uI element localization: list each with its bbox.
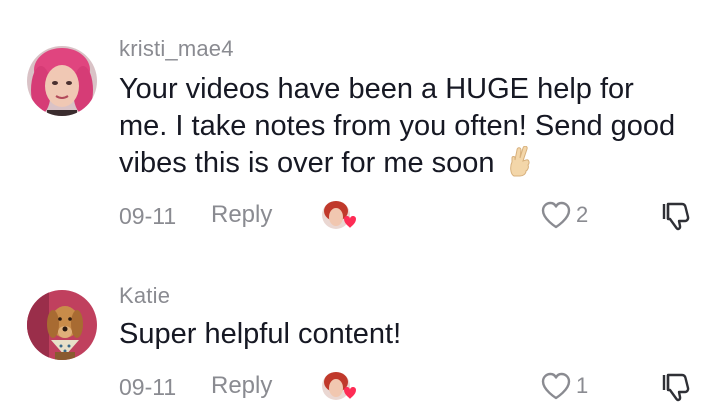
liked-by-creator-badge — [320, 199, 360, 231]
liked-by-creator-badge — [320, 370, 360, 402]
like-count: 2 — [576, 202, 589, 227]
dislike-button[interactable] — [660, 371, 692, 403]
thumbs-down-icon — [662, 202, 690, 231]
reply-button[interactable]: Reply — [211, 201, 272, 229]
dislike-button[interactable] — [660, 200, 692, 232]
comment-item: kristi_mae4 Your videos have been a HUGE… — [0, 0, 719, 250]
reply-button[interactable]: Reply — [211, 372, 272, 400]
heart-outline-icon — [541, 372, 571, 400]
comment-date: 09-11 — [119, 374, 177, 400]
comment-text: Super helpful content! — [119, 316, 679, 353]
heart-outline-icon — [541, 201, 571, 229]
comment-text-body: Super helpful content! — [119, 318, 402, 350]
comment-item: Katie Super helpful content! 09-11 Reply… — [0, 250, 719, 419]
comment-text-body: Your videos have been a HUGE help for me… — [119, 73, 676, 179]
avatar[interactable] — [27, 46, 97, 116]
like-button[interactable]: 1 — [540, 370, 588, 402]
crossed-fingers-emoji — [507, 145, 533, 188]
like-count: 1 — [576, 373, 589, 398]
avatar[interactable] — [27, 290, 97, 360]
comment-username[interactable]: Katie — [119, 283, 170, 309]
like-button[interactable]: 2 — [540, 199, 588, 231]
thumbs-down-icon — [662, 373, 690, 402]
comment-text: Your videos have been a HUGE help for me… — [119, 71, 679, 188]
comment-username[interactable]: kristi_mae4 — [119, 36, 234, 62]
comment-date: 09-11 — [119, 203, 177, 229]
